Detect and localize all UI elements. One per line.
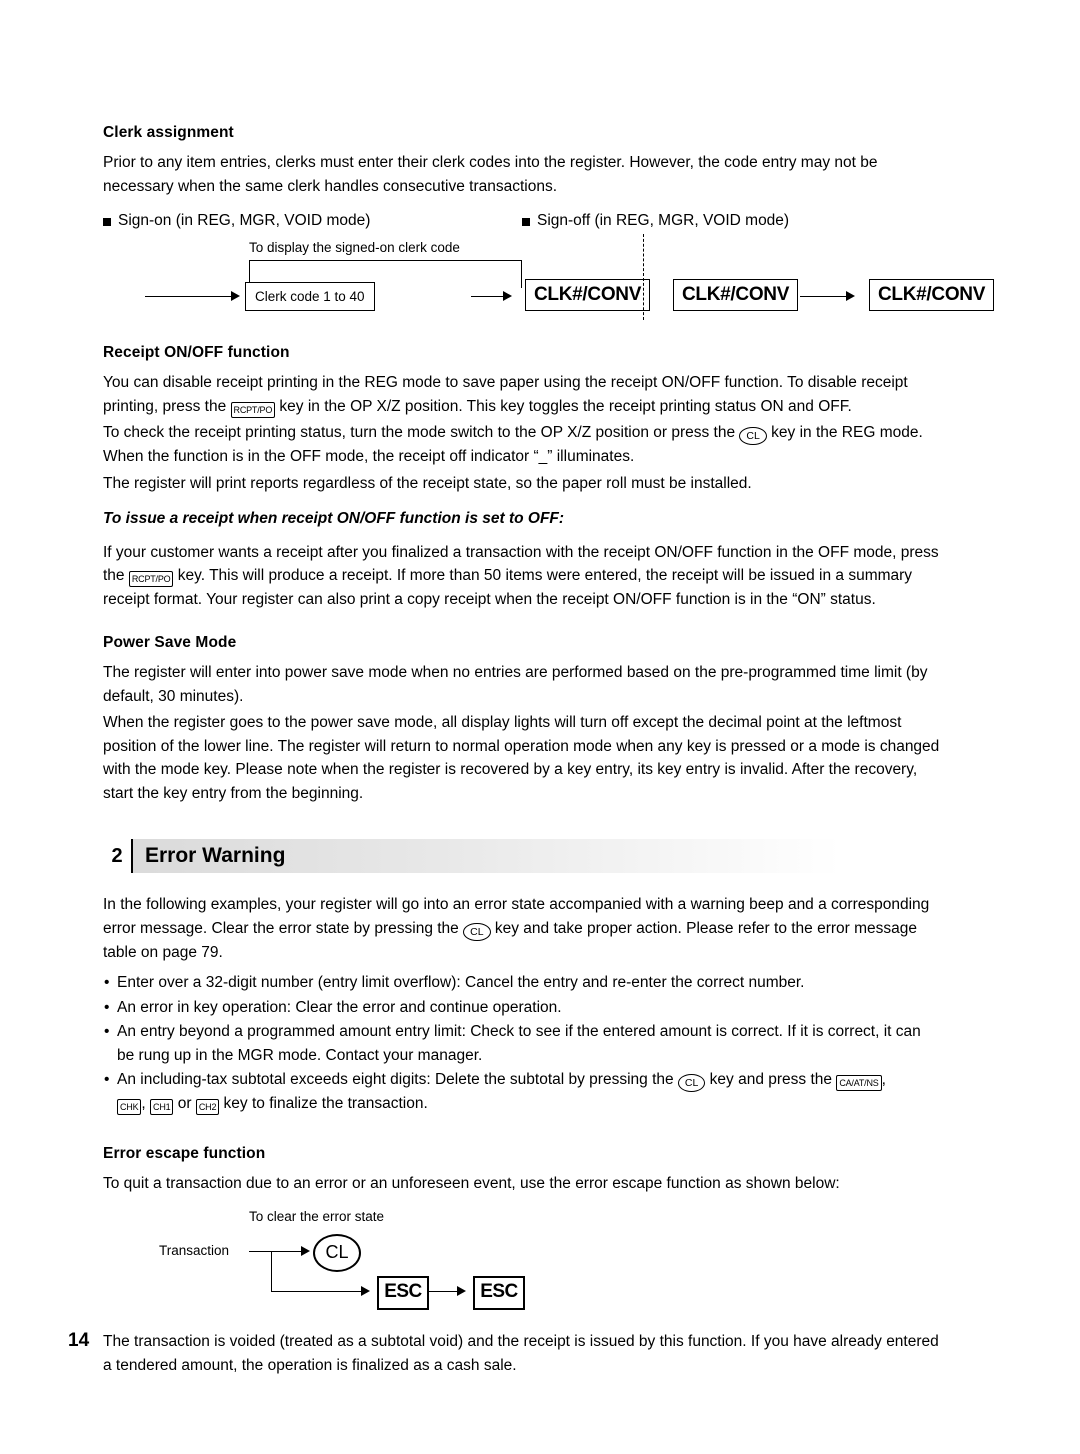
arrow-line-to-clk-conv	[471, 296, 503, 297]
clk-conv-key-2: CLK#/CONV	[673, 279, 799, 311]
section-title: Error Warning	[145, 844, 286, 867]
section-header-error-warning: 2 Error Warning	[103, 839, 941, 873]
list-item: An entry beyond a programmed amount entr…	[103, 1020, 941, 1067]
list-item: An including-tax subtotal exceeds eight …	[103, 1068, 941, 1116]
receipt-onoff-heading: Receipt ON/OFF function	[103, 344, 290, 361]
dashed-divider	[643, 234, 644, 320]
cl-key-icon: CL	[463, 922, 491, 941]
bullet4-b: key and press the	[705, 1071, 837, 1088]
page-content: Clerk assignment Prior to any item entri…	[103, 124, 995, 1380]
arrow-head-icon	[231, 291, 240, 301]
receipt-onoff-paragraph-4: If your customer wants a receipt after y…	[103, 541, 941, 612]
receipt-p1b: key in the OP X/Z position. This key tog…	[275, 397, 852, 415]
arrow-line-to-cl	[249, 1251, 301, 1252]
manual-page: Clerk assignment Prior to any item entri…	[0, 0, 1080, 1454]
signoff-label: Sign-off (in REG, MGR, VOID mode)	[537, 212, 790, 229]
section-number: 2	[103, 839, 133, 873]
signon-label: Sign-on (in REG, MGR, VOID mode)	[118, 212, 371, 229]
rcpt-po-key-icon: RCPT/PO	[128, 571, 174, 587]
arrow-head-icon	[457, 1286, 466, 1296]
arrow-head-icon	[301, 1246, 310, 1256]
esc-key-2: ESC	[473, 1276, 525, 1310]
arrow-line-to-clerk-code	[145, 296, 231, 297]
power-save-heading: Power Save Mode	[103, 634, 237, 651]
arrow-head-icon	[503, 291, 512, 301]
transaction-label: Transaction	[159, 1243, 230, 1258]
square-bullet-icon	[522, 218, 530, 226]
clerk-assignment-heading: Clerk assignment	[103, 124, 234, 141]
rcpt-po-key-icon: RCPT/PO	[230, 401, 276, 418]
receipt-onoff-paragraph-3: The register will print reports regardle…	[103, 474, 752, 492]
clerk-signon-diagram: To display the signed-on clerk code Cler…	[103, 234, 995, 342]
ca-at-ns-key-icon: CA/AT/NS	[836, 1075, 882, 1091]
receipt-onoff-paragraph-1: You can disable receipt printing in the …	[103, 371, 941, 418]
receipt-italic-heading: To issue a receipt when receipt ON/OFF f…	[103, 510, 565, 527]
receipt-p4b: key. This will produce a receipt. If mor…	[103, 567, 913, 608]
ch1-key-icon: CH1	[150, 1099, 174, 1115]
error-warning-intro: In the following examples, your register…	[103, 893, 941, 964]
power-save-paragraph-1: The register will enter into power save …	[103, 664, 928, 705]
arrow-line-to-esc2	[429, 1291, 457, 1292]
bullet4-f: key to finalize the transaction.	[219, 1095, 428, 1112]
receipt-onoff-paragraph-2: To check the receipt printing status, tu…	[103, 421, 941, 469]
signon-label-group: Sign-on (in REG, MGR, VOID mode)	[103, 212, 522, 230]
list-item: An error in key operation: Clear the err…	[103, 996, 941, 1020]
bullet4-d: ,	[141, 1095, 151, 1112]
page-number: 14	[68, 1330, 90, 1351]
cl-key-diagram: CL	[313, 1234, 361, 1272]
arrow-line-signoff	[800, 296, 846, 297]
clk-conv-key-3: CLK#/CONV	[869, 279, 995, 311]
error-escape-paragraph: To quit a transaction due to an error or…	[103, 1174, 840, 1192]
error-escape-closing: The transaction is voided (treated as a …	[103, 1333, 939, 1374]
bracket-right-vline	[521, 260, 522, 288]
receipt-p2a: To check the receipt printing status, tu…	[103, 424, 740, 441]
bullet4-c: ,	[881, 1071, 886, 1088]
clerk-assignment-paragraph: Prior to any item entries, clerks must e…	[103, 154, 878, 195]
branch-hline	[271, 1291, 361, 1292]
cl-key-icon: CL	[677, 1074, 706, 1092]
clerk-code-box: Clerk code 1 to 40	[245, 282, 375, 311]
square-bullet-icon	[103, 218, 111, 226]
bullet4-a: An including-tax subtotal exceeds eight …	[117, 1071, 678, 1088]
arrow-head-icon	[361, 1286, 370, 1296]
chk-key-icon: CHK	[117, 1099, 142, 1115]
error-escape-heading: Error escape function	[103, 1144, 266, 1162]
arrow-head-icon	[846, 291, 855, 301]
diagram-caption-display-clerk-code: To display the signed-on clerk code	[249, 240, 460, 255]
signoff-label-group: Sign-off (in REG, MGR, VOID mode)	[522, 212, 941, 230]
branch-vline	[271, 1251, 272, 1291]
cl-key-icon: CL	[739, 427, 767, 445]
error-escape-diagram: To clear the error state Transaction CL …	[103, 1205, 941, 1310]
list-item: Enter over a 32-digit number (entry limi…	[103, 971, 941, 995]
diagram-caption-clear-error: To clear the error state	[249, 1209, 385, 1224]
power-save-paragraph-2: When the register goes to the power save…	[103, 714, 940, 802]
ch2-key-icon: CH2	[195, 1099, 220, 1115]
esc-key-1: ESC	[377, 1276, 429, 1310]
bracket-top-hline	[249, 260, 521, 261]
clk-conv-key-1: CLK#/CONV	[525, 279, 651, 311]
error-warning-bullet-list: Enter over a 32-digit number (entry limi…	[103, 971, 941, 1116]
bullet4-e: or	[173, 1095, 196, 1112]
signon-signoff-labels: Sign-on (in REG, MGR, VOID mode) Sign-of…	[103, 212, 941, 230]
